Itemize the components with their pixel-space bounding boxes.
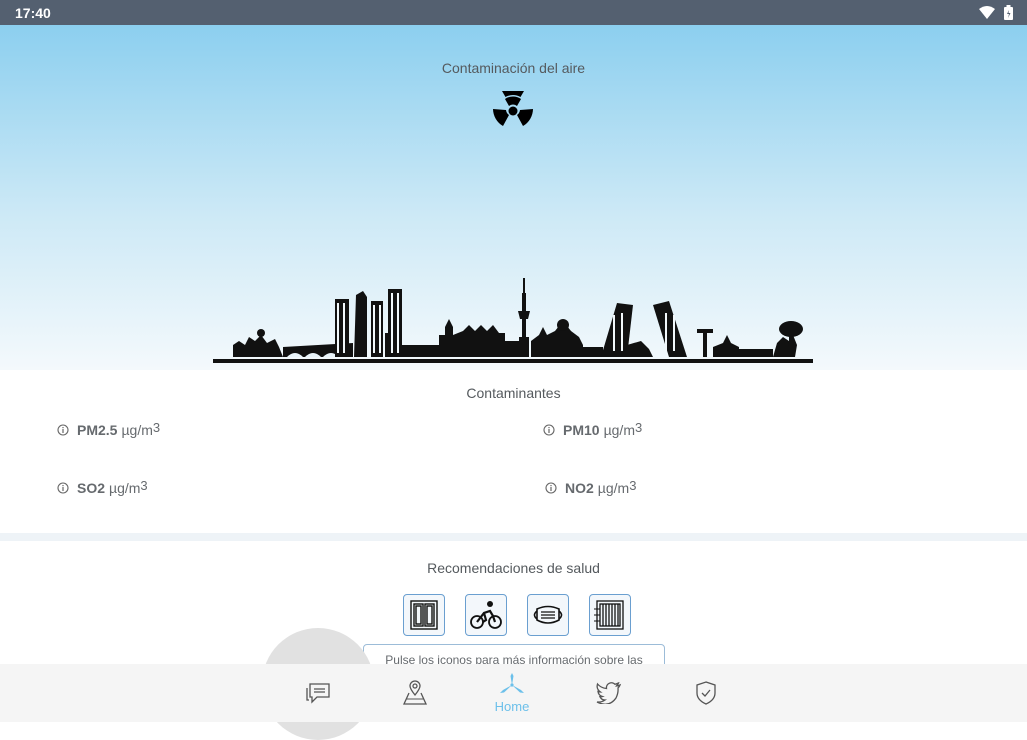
health-recommendations-card: Recomendaciones de salud Pulse los icono… [2, 541, 1025, 676]
pollutant-pm25[interactable]: PM2.5 µg/m 3 [57, 420, 161, 438]
nav-item-twitter[interactable] [579, 664, 639, 722]
status-bar: 17:40 [0, 0, 1027, 25]
wifi-icon [979, 5, 995, 19]
air-pollution-hero: Contaminación del aire [0, 25, 1027, 370]
info-icon[interactable] [545, 482, 557, 494]
map-location-icon [402, 680, 428, 705]
nav-item-map[interactable] [385, 664, 445, 722]
bottom-navigation: Home [0, 664, 1027, 722]
info-icon[interactable] [57, 424, 69, 436]
pollutant-name: SO2 [77, 480, 106, 496]
pollutant-unit-power: 3 [140, 478, 148, 493]
status-time: 17:40 [15, 5, 51, 21]
pollutant-unit-power: 3 [629, 478, 637, 493]
pollutant-unit: µg/m [121, 422, 153, 438]
hero-title: Contaminación del aire [441, 60, 586, 76]
info-icon[interactable] [543, 424, 555, 436]
nav-item-protection[interactable] [676, 664, 736, 722]
nav-item-chat[interactable] [288, 664, 348, 722]
pollutant-no2[interactable]: NO2 µg/m 3 [545, 478, 637, 496]
pollutant-name: PM2.5 [77, 422, 118, 438]
nav-item-home[interactable]: Home [482, 664, 542, 722]
twitter-icon [596, 682, 622, 704]
battery-icon [1004, 5, 1013, 20]
section-divider [0, 533, 1027, 541]
shield-check-icon [696, 681, 716, 705]
pollutant-unit-power: 3 [152, 420, 161, 435]
pollutant-name: NO2 [565, 480, 594, 496]
madrid-skyline-illustration [213, 278, 813, 363]
pollutant-name: PM10 [563, 422, 600, 438]
radiation-icon[interactable] [491, 90, 535, 130]
chat-icon [306, 683, 330, 704]
pollutants-card: Contaminantes PM2.5 µg/m 3 PM10 µg/m 3 SO2… [2, 370, 1025, 533]
air-purifier-icon[interactable] [589, 594, 631, 636]
pollutant-unit: µg/m [603, 422, 635, 438]
pollutant-so2[interactable]: SO2 µg/m 3 [57, 478, 148, 496]
pollutant-pm10[interactable]: PM10 µg/m 3 [543, 420, 643, 438]
cycling-icon[interactable] [465, 594, 507, 636]
pollutant-unit-power: 3 [634, 420, 643, 435]
pollutants-title: Contaminantes [466, 385, 561, 401]
windmill-icon [500, 672, 524, 693]
info-icon[interactable] [57, 482, 69, 494]
pollutant-unit: µg/m [597, 480, 630, 496]
pollutant-unit: µg/m [109, 480, 141, 496]
window-icon[interactable] [403, 594, 445, 636]
nav-label-home: Home [494, 698, 530, 714]
health-title: Recomendaciones de salud [427, 560, 600, 576]
mask-icon[interactable] [527, 594, 569, 636]
